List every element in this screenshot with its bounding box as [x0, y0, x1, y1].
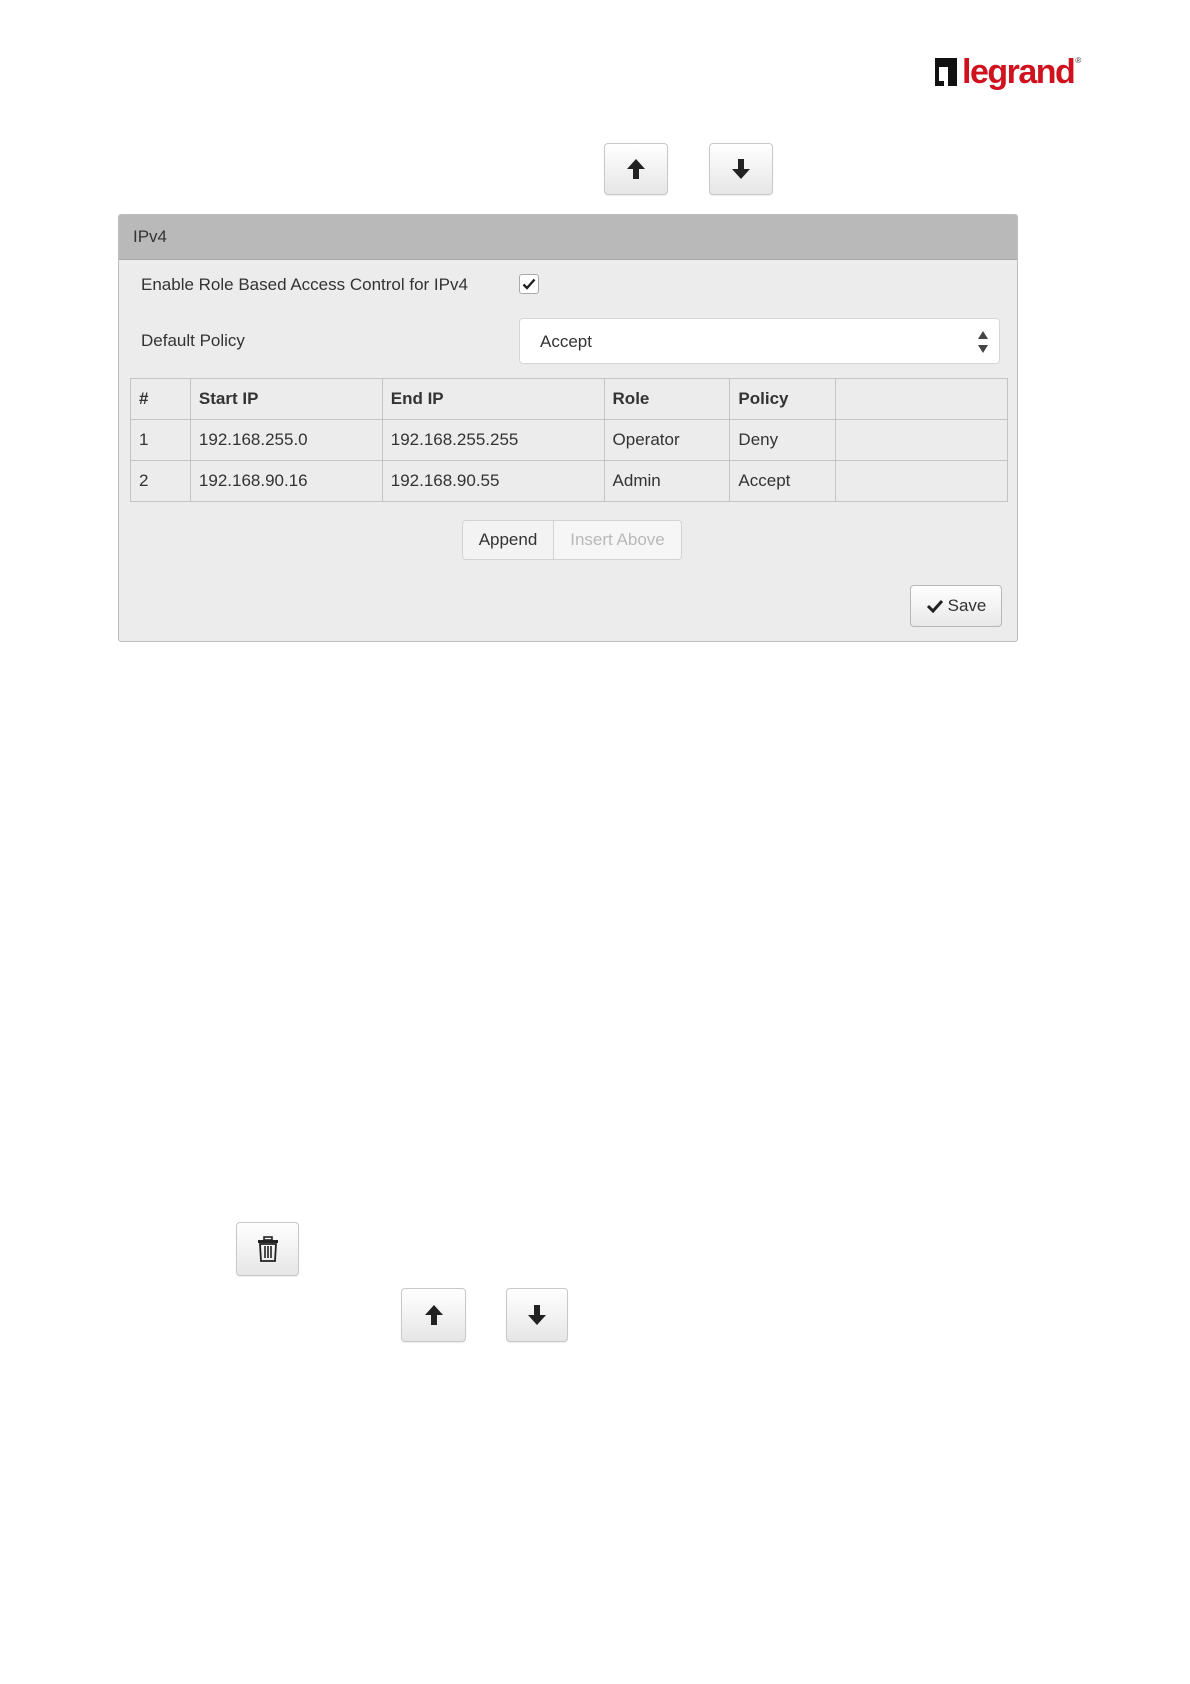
cell-policy: Accept	[729, 460, 837, 502]
header-actions	[835, 378, 1008, 420]
row-action-group: Append Insert Above	[462, 520, 682, 560]
default-policy-label: Default Policy	[141, 331, 245, 350]
select-arrows-icon	[978, 331, 988, 353]
cell-number: 1	[130, 419, 191, 461]
header-policy: Policy	[729, 378, 837, 420]
arrow-down-icon	[732, 159, 750, 179]
cell-start-ip: 192.168.90.16	[189, 460, 383, 502]
move-up-button[interactable]	[604, 143, 668, 195]
table-header-row: # Start IP End IP Role Policy	[130, 378, 1008, 420]
registered-mark: ®	[1075, 56, 1082, 65]
delete-button[interactable]	[236, 1222, 299, 1276]
arrow-up-icon	[627, 159, 645, 179]
move-down-button[interactable]	[506, 1288, 568, 1342]
rules-table: # Start IP End IP Role Policy 1 192.168.…	[130, 378, 1008, 502]
cell-number: 2	[130, 460, 191, 502]
header-end-ip: End IP	[381, 378, 605, 420]
cell-actions	[835, 460, 1008, 502]
save-label: Save	[947, 596, 987, 615]
move-up-button[interactable]	[401, 1288, 466, 1342]
checkmark-icon	[926, 599, 943, 613]
panel-title: IPv4	[119, 215, 1017, 260]
checkmark-icon	[522, 278, 536, 290]
cell-policy: Deny	[729, 419, 837, 461]
arrow-up-icon	[424, 1305, 443, 1325]
header-start-ip: Start IP	[189, 378, 383, 420]
enable-rbac-checkbox[interactable]	[519, 274, 539, 294]
logo-text: legrand	[962, 53, 1076, 91]
legrand-logo-mark	[935, 58, 957, 86]
cell-actions	[835, 419, 1008, 461]
cell-start-ip: 192.168.255.0	[189, 419, 383, 461]
move-down-button[interactable]	[709, 143, 773, 195]
cell-end-ip: 192.168.90.55	[381, 460, 605, 502]
insert-above-button[interactable]: Insert Above	[554, 520, 682, 560]
legrand-logo: legrand ®	[935, 52, 1081, 94]
header-role: Role	[603, 378, 731, 420]
default-policy-select[interactable]: Accept	[519, 318, 1000, 364]
arrow-down-icon	[528, 1305, 546, 1325]
enable-rbac-label: Enable Role Based Access Control for IPv…	[141, 275, 468, 294]
header-number: #	[130, 378, 191, 420]
ipv4-panel: IPv4 Enable Role Based Access Control fo…	[118, 214, 1018, 642]
cell-role: Admin	[603, 460, 731, 502]
table-row[interactable]: 2 192.168.90.16 192.168.90.55 Admin Acce…	[130, 460, 1008, 502]
default-policy-value: Accept	[540, 332, 592, 351]
cell-role: Operator	[603, 419, 731, 461]
append-button[interactable]: Append	[462, 520, 554, 560]
cell-end-ip: 192.168.255.255	[381, 419, 605, 461]
save-button[interactable]: Save	[910, 585, 1002, 627]
table-row[interactable]: 1 192.168.255.0 192.168.255.255 Operator…	[130, 419, 1008, 461]
trash-icon	[257, 1236, 278, 1262]
